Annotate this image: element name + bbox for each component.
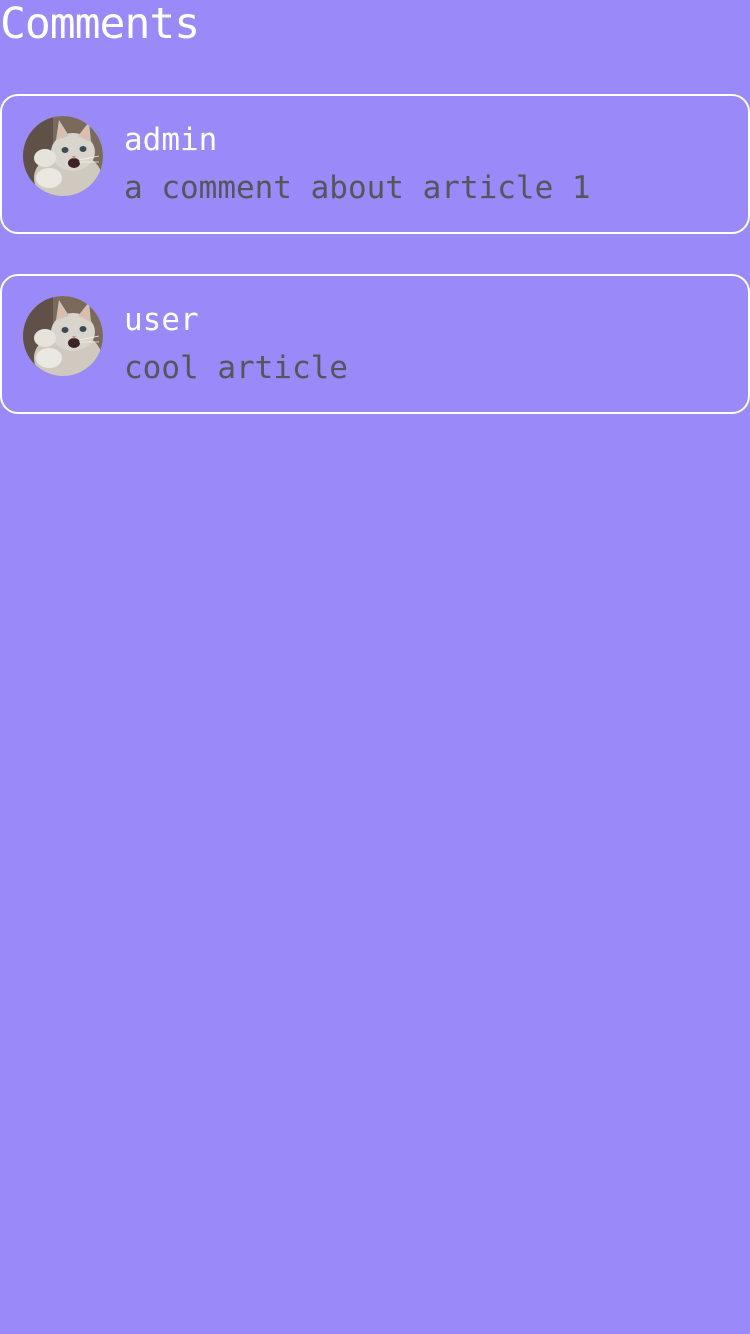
cat-avatar-icon <box>23 296 103 376</box>
comment-card[interactable]: user cool article <box>0 274 750 414</box>
comment-author: user <box>124 302 199 338</box>
page-title: Comments <box>0 0 200 49</box>
avatar[interactable] <box>23 116 103 196</box>
comment-text: a comment about article 1 <box>124 170 591 206</box>
comment-author: admin <box>124 122 218 158</box>
cat-avatar-icon <box>23 116 103 196</box>
comment-card[interactable]: admin a comment about article 1 <box>0 94 750 234</box>
avatar[interactable] <box>23 296 103 376</box>
comment-text: cool article <box>124 350 348 386</box>
comment-list: admin a comment about article 1 user coo… <box>0 94 750 454</box>
